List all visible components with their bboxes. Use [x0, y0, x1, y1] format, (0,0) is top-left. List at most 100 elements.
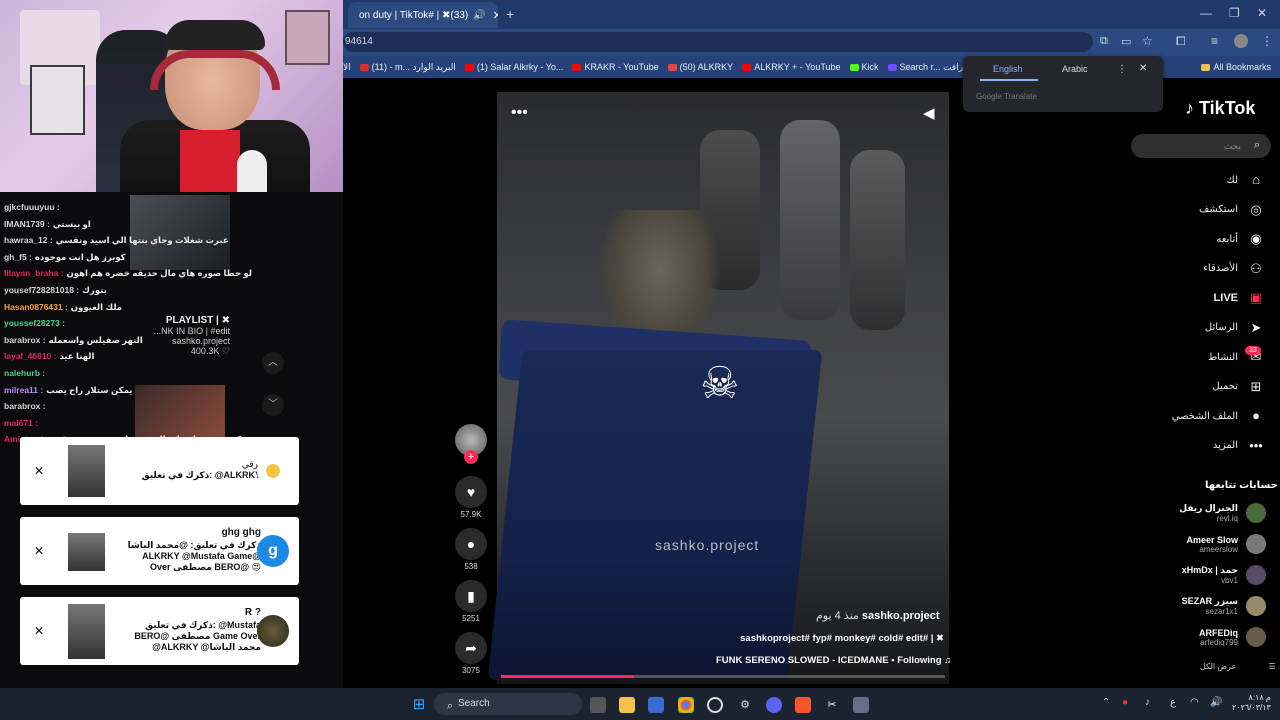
close-window-icon[interactable]: ✕ [1257, 6, 1267, 20]
bookmark-item[interactable]: ALKRKY + - YouTube [742, 62, 841, 72]
scroll-up-button[interactable]: ︿ [262, 352, 284, 374]
like-button[interactable]: ♥ 57.9K [455, 476, 487, 519]
app-icon[interactable] [707, 697, 723, 713]
nav-item[interactable]: ⚇ الأصدقاء [1203, 261, 1264, 277]
volume-icon[interactable]: ◀ [923, 104, 935, 122]
nav-item[interactable]: ⌂ لك [1227, 172, 1264, 188]
close-icon[interactable]: ✕ [1139, 63, 1147, 74]
file-explorer-icon[interactable] [619, 697, 635, 713]
more-vert-icon[interactable]: ⋮ [1117, 64, 1127, 75]
author-name[interactable]: sashko.project [862, 610, 940, 622]
all-bookmarks[interactable]: All Bookmarks [1201, 62, 1271, 72]
nav-item[interactable]: ••• المزيد [1213, 438, 1264, 454]
address-bar[interactable]: 94614 [343, 32, 1093, 52]
search-input[interactable]: بحث [1131, 134, 1271, 158]
follow-plus-icon[interactable]: + [464, 450, 478, 464]
settings-icon[interactable]: ⚙ [737, 697, 753, 713]
taskbar-clock[interactable]: م ٨:١٨ ٢٠٢٦/٠٣/١٣ [1232, 693, 1271, 714]
tray-app-icon[interactable]: ● [1122, 697, 1128, 708]
save-button[interactable]: ▮ 5251 [455, 580, 487, 623]
following-item[interactable]: SEZAR سيزر sezar1x1 [1182, 596, 1266, 616]
tab-arabic[interactable]: Arabic [1062, 64, 1088, 74]
playlist-thumbnail[interactable] [130, 195, 230, 270]
menu-icon[interactable]: ⋮ [1261, 34, 1273, 48]
bookmark-item[interactable]: (1) Salar Alkrky - Yo... [464, 62, 563, 72]
scroll-down-button[interactable]: ﹀ [262, 394, 284, 416]
chrome-icon[interactable] [678, 697, 694, 713]
chat-username[interactable]: gjkcfuuuyuu : [4, 202, 60, 212]
chat-username[interactable]: IMAN1739 : [4, 219, 50, 230]
chat-username[interactable]: youssef28273 : [4, 318, 65, 328]
tiktok-logo[interactable]: ♪ TikTok [1185, 98, 1255, 119]
bookmark-star-icon[interactable]: ☆ [1142, 34, 1153, 48]
browser-tab[interactable]: on duty | TikTok# | ✖(33) 🔊 ✕ [348, 2, 498, 28]
wifi-icon[interactable]: ◠ [1190, 697, 1199, 708]
language-icon[interactable]: ع [1170, 697, 1176, 708]
bookmark-item[interactable]: KRAKR - YouTube [572, 62, 659, 72]
comment-button[interactable]: ● 538 [455, 528, 487, 571]
video-thumbnail[interactable] [135, 385, 225, 440]
reading-list-icon[interactable]: ≡ [1211, 34, 1218, 48]
nav-item[interactable]: ◎ استكشف [1199, 202, 1264, 218]
notification-card[interactable]: ✕ ghg ghg ذكرك في تعليق: @محمد الباشا AL… [20, 517, 299, 585]
chat-username[interactable]: barabrox : [4, 335, 46, 346]
share-button[interactable]: ➦ 3075 [455, 632, 487, 675]
audio-icon[interactable]: 🔊 [473, 10, 485, 21]
following-item[interactable]: Ameer Slow ameerslow [1186, 534, 1266, 554]
following-item[interactable]: xHmDx | حمد vbv1 [1182, 565, 1266, 585]
nav-item[interactable]: ◉ أتابعه [1216, 231, 1264, 247]
chat-username[interactable]: nalehurb : [4, 368, 45, 378]
tab-english[interactable]: English [993, 64, 1023, 74]
nav-item[interactable]: ● الملف الشخصي [1172, 408, 1264, 424]
nav-item[interactable]: ▣ LIVE [1214, 290, 1264, 306]
see-all-link[interactable]: عرض الكل ☰ [1200, 662, 1276, 671]
bookmark-item[interactable]: الا [343, 62, 351, 73]
bookmark-item[interactable]: (50) ALKRKY [667, 62, 733, 72]
chat-username[interactable]: hawraa_12 : [4, 235, 53, 246]
bookmark-item[interactable]: Kick [849, 62, 879, 72]
chat-username[interactable]: milrea11 : [4, 385, 43, 396]
notification-card[interactable]: ✕ برقي ذكرك في تعليق: @ALKRKY [20, 437, 299, 505]
tray-expand-icon[interactable]: ⌃ [1102, 697, 1110, 708]
close-icon[interactable]: ✕ [34, 544, 44, 558]
bookmark-item[interactable]: Search r... رافت [887, 62, 963, 73]
following-item[interactable]: الجنرال ريفل revl.iq [1179, 503, 1266, 523]
translate-icon[interactable]: ⧉ [1100, 35, 1108, 48]
chat-username[interactable]: lilayan_braha : [4, 268, 64, 279]
search-icon[interactable]: ⌕ [1254, 139, 1260, 152]
more-options-icon[interactable]: ••• [511, 104, 528, 122]
discord-icon[interactable] [766, 697, 782, 713]
volume-icon[interactable]: 🔊 [1210, 697, 1222, 708]
new-tab-button[interactable]: + [506, 6, 514, 22]
following-item[interactable]: ARFEDiq arfediq799 [1199, 627, 1266, 647]
profile-avatar[interactable] [1234, 34, 1248, 48]
windows-start-icon[interactable]: ⊞ [411, 697, 427, 713]
minimize-icon[interactable]: — [1200, 6, 1212, 20]
capcut-icon[interactable]: ✂ [824, 697, 840, 713]
chat-username[interactable]: gh_f5 : [4, 252, 32, 263]
notification-card[interactable]: ✕ R ? ذكرك في تعليق: @Mustafa BERO@ مصطف… [20, 597, 299, 665]
task-view-icon[interactable] [590, 697, 606, 713]
extensions-icon[interactable]: ⧠ [1176, 34, 1186, 49]
close-icon[interactable]: ✕ [34, 624, 44, 638]
store-icon[interactable] [648, 697, 664, 713]
video-author[interactable]: sashko.project منذ 4 يوم [816, 609, 940, 622]
mic-icon[interactable]: ♪ [1145, 697, 1150, 708]
close-icon[interactable]: ✕ [34, 464, 44, 478]
chat-username[interactable]: layal_46810 : [4, 351, 56, 362]
chat-username[interactable]: Hasan0876431 : [4, 302, 68, 313]
chat-username[interactable]: mal671 : [4, 418, 38, 428]
chat-username[interactable]: yousef728281018 : [4, 285, 79, 296]
close-tab-icon[interactable]: ✕ [493, 9, 498, 22]
nav-item[interactable]: ➤ الرسائل [1205, 320, 1264, 336]
video-progress-bar[interactable] [501, 675, 945, 678]
nav-item[interactable]: ⊞ تحميل [1212, 379, 1264, 395]
bookmark-item[interactable]: (11) - m... البريد الوارد [359, 62, 456, 73]
chat-username[interactable]: barabrox : [4, 401, 46, 411]
app-icon[interactable] [853, 697, 869, 713]
cast-icon[interactable]: ▭ [1121, 35, 1131, 48]
restore-icon[interactable]: ❐ [1229, 6, 1240, 20]
chat-message: nalehurb : [4, 368, 48, 378]
video-music[interactable]: FUNK SERENO SLOWED - ICEDMANE • Followin… [716, 655, 951, 666]
brave-icon[interactable] [795, 697, 811, 713]
